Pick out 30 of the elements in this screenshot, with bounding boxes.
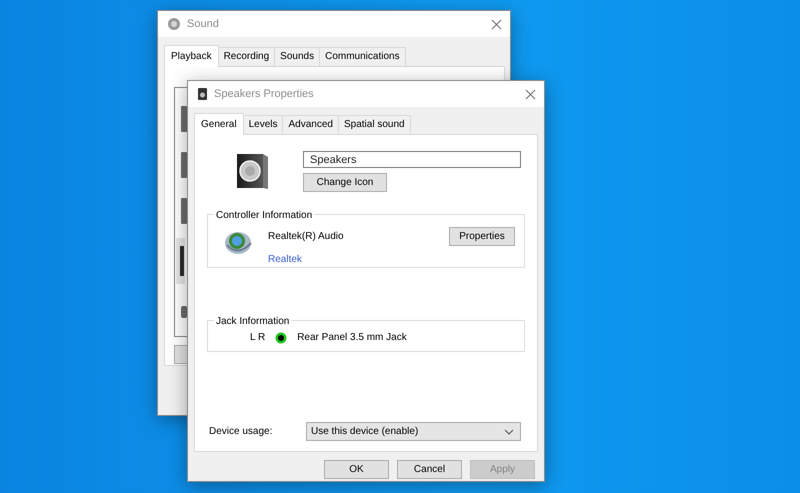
device-usage-dropdown[interactable]: Use this device (enable): [306, 422, 521, 441]
speaker-icon: [197, 88, 208, 100]
device-icon: [181, 306, 187, 318]
channels-label: L R: [250, 331, 266, 345]
tab[interactable]: Playback: [164, 45, 219, 67]
dialog-button[interactable]: Cancel: [397, 460, 462, 479]
selected-device-row[interactable]: [176, 238, 185, 284]
device-icon: [181, 198, 187, 224]
speaker-icon: [235, 151, 269, 191]
controller-name: Realtek(R) Audio: [268, 230, 345, 244]
manufacturer-link[interactable]: Realtek: [268, 252, 302, 267]
dialog-button[interactable]: OK: [324, 460, 389, 479]
change-icon-button[interactable]: Change Icon: [303, 173, 387, 192]
configure-button[interactable]: [174, 345, 188, 364]
properties-button[interactable]: Properties: [449, 227, 515, 246]
close-icon[interactable]: [525, 88, 536, 100]
window-title: Sound: [187, 16, 220, 32]
tab[interactable]: Spatial sound: [338, 115, 411, 134]
name-field[interactable]: Speakers: [303, 151, 521, 168]
tab[interactable]: Communications: [319, 47, 406, 66]
close-icon[interactable]: [491, 18, 502, 30]
device-icon: [180, 246, 184, 276]
window-title: Speakers Properties: [214, 86, 315, 102]
chevron-down-icon: [504, 428, 514, 434]
device-icon: [181, 106, 187, 132]
speaker-icon: [167, 17, 181, 31]
device-icon: [181, 152, 187, 178]
tab[interactable]: General: [194, 113, 244, 135]
device-usage-label: Device usage:: [209, 425, 274, 439]
jack-label: Rear Panel 3.5 mm Jack: [297, 331, 407, 345]
